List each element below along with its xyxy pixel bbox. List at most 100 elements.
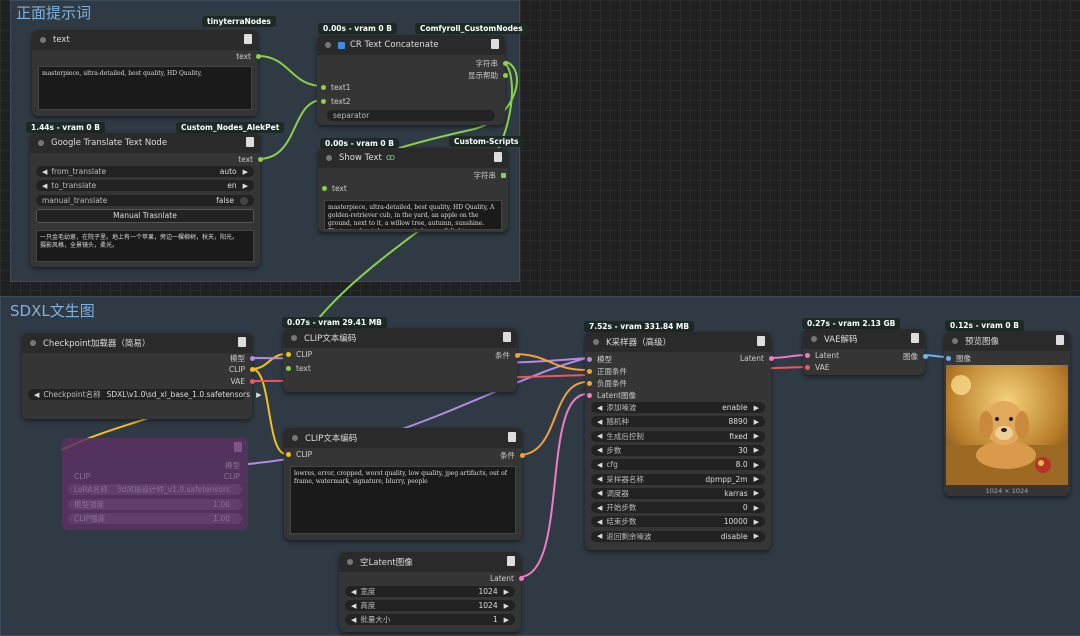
lora-model-strength[interactable]: 模型强度 1.00 bbox=[68, 499, 242, 510]
from-translate-combo[interactable]: ◀ from_translate auto ▶ bbox=[36, 166, 254, 177]
slot-vae-latent[interactable]: Latent bbox=[805, 351, 839, 360]
arrow-right-icon[interactable]: ▶ bbox=[754, 446, 759, 454]
ksampler-widget[interactable]: ◀ 结束步数 10000 ▶ bbox=[591, 516, 765, 528]
output-dot[interactable] bbox=[503, 61, 508, 66]
slot-concat-out1[interactable]: 字符串 bbox=[476, 58, 508, 69]
input-dot[interactable] bbox=[587, 357, 592, 362]
latent-width[interactable]: ◀ 宽度 1024 ▶ bbox=[345, 586, 515, 597]
node-preview-header[interactable]: 预览图像 bbox=[944, 331, 1070, 351]
arrow-left-icon[interactable]: ◀ bbox=[597, 475, 602, 483]
arrow-left-icon[interactable]: ◀ bbox=[597, 432, 602, 440]
node-vae[interactable]: VAE解码 Latent VAE 图像 bbox=[803, 329, 928, 375]
input-dot[interactable] bbox=[286, 352, 291, 357]
slot-show-out[interactable]: 字符串 bbox=[474, 170, 506, 181]
slot-ks-positive[interactable]: 正面条件 bbox=[587, 366, 627, 377]
output-dot[interactable] bbox=[250, 356, 255, 361]
collapse-dot[interactable] bbox=[326, 155, 332, 161]
latent-batch[interactable]: ◀ 批量大小 1 ▶ bbox=[345, 614, 515, 625]
input-dot[interactable] bbox=[321, 99, 326, 104]
slot-ks-negative[interactable]: 负面条件 bbox=[587, 378, 627, 389]
output-dot[interactable] bbox=[258, 157, 263, 162]
text-textarea[interactable]: masterpiece, ultra-detailed, best qualit… bbox=[38, 66, 252, 110]
slot-vae-vae[interactable]: VAE bbox=[805, 363, 830, 372]
slot-latent-out[interactable]: Latent bbox=[490, 574, 524, 583]
translate-textarea[interactable]: 一只金毛幼崽，在院子里。地上有一个苹果，旁边一棵柳树，秋天，阳光。 摄影风格，全… bbox=[36, 230, 254, 262]
slot-clip2-out[interactable]: 条件 bbox=[500, 450, 525, 461]
slot-ckpt-model[interactable]: 模型 bbox=[230, 353, 255, 364]
preview-image[interactable] bbox=[946, 365, 1068, 485]
node-clip1-header[interactable]: CLIP文本编码 bbox=[283, 328, 517, 348]
slot-preview-in[interactable]: 图像 bbox=[946, 353, 971, 364]
collapse-dot[interactable] bbox=[38, 140, 44, 146]
node-preview[interactable]: 预览图像 图像 1024 × 1024 bbox=[944, 331, 1070, 496]
collapse-dot[interactable] bbox=[40, 37, 46, 43]
collapse-dot[interactable] bbox=[325, 42, 331, 48]
arrow-left-icon[interactable]: ◀ bbox=[34, 391, 39, 399]
checkpoint-name-combo[interactable]: ◀ Checkpoint名称 SDXL\v1.0\sd_xl_base_1.0.sa… bbox=[28, 389, 261, 400]
node-clip2-header[interactable]: CLIP文本编码 bbox=[284, 428, 522, 448]
arrow-left-icon[interactable]: ◀ bbox=[597, 446, 602, 454]
slot-lora-model[interactable]: 模型 bbox=[225, 460, 240, 471]
ksampler-widget[interactable]: ◀ 生成后控制 fixed ▶ bbox=[591, 430, 765, 442]
node-text-header[interactable]: text bbox=[32, 30, 258, 50]
arrow-right-icon[interactable]: ▶ bbox=[754, 461, 759, 469]
collapse-dot[interactable] bbox=[593, 339, 599, 345]
arrow-left-icon[interactable]: ◀ bbox=[351, 602, 356, 610]
slot-ckpt-vae[interactable]: VAE bbox=[230, 377, 255, 386]
slot-vae-out[interactable]: 图像 bbox=[903, 351, 928, 362]
node-show[interactable]: Show Text ꝏ 字符串 text masterpiece, ultra-d… bbox=[318, 148, 508, 232]
ksampler-widget[interactable]: ◀ 采样器名称 dpmpp_2m ▶ bbox=[591, 473, 765, 485]
lora-name-combo[interactable]: LoRA名称 3d风格设计师_v1.0.safetensors bbox=[68, 484, 242, 495]
node-ksampler[interactable]: K采样器（高级） 模型 正面条件 负面条件 Latent图像 Latent ◀ 添… bbox=[585, 332, 774, 550]
node-checkpoint[interactable]: Checkpoint加载器（简易） 模型 CLIP VAE ◀ Checkpoin… bbox=[22, 333, 261, 419]
collapse-dot[interactable] bbox=[291, 335, 297, 341]
slot-concat-in1[interactable]: text1 bbox=[321, 83, 351, 92]
ksampler-widget[interactable]: ◀ 随机种 8890 ▶ bbox=[591, 416, 765, 428]
arrow-right-icon[interactable]: ▶ bbox=[754, 504, 759, 512]
latent-height[interactable]: ◀ 高度 1024 ▶ bbox=[345, 600, 515, 611]
output-dot[interactable] bbox=[519, 576, 524, 581]
ksampler-widget[interactable]: ◀ cfg 8.0 ▶ bbox=[591, 459, 765, 471]
arrow-left-icon[interactable]: ◀ bbox=[42, 168, 47, 176]
node-translate-header[interactable]: Google Translate Text Node bbox=[30, 133, 260, 153]
output-dot[interactable] bbox=[515, 353, 520, 358]
slot-clip1-out[interactable]: 条件 bbox=[495, 350, 520, 361]
arrow-left-icon[interactable]: ◀ bbox=[597, 532, 602, 540]
collapse-dot[interactable] bbox=[811, 336, 817, 342]
collapse-dot[interactable] bbox=[952, 338, 958, 344]
output-dot[interactable] bbox=[250, 367, 255, 372]
ksampler-widget[interactable]: ◀ 返回剩余噪波 disable ▶ bbox=[591, 530, 765, 542]
slot-clip1-text[interactable]: text bbox=[286, 364, 311, 373]
arrow-left-icon[interactable]: ◀ bbox=[351, 616, 356, 624]
collapse-dot[interactable] bbox=[292, 435, 298, 441]
output-dot[interactable] bbox=[520, 453, 525, 458]
node-lora-bypassed[interactable]: 模型 CLIP CLIP LoRA名称 3d风格设计师_v1.0.safetens… bbox=[62, 438, 248, 530]
ksampler-widget[interactable]: ◀ 添加噪波 enable ▶ bbox=[591, 402, 765, 413]
output-dot[interactable] bbox=[250, 379, 255, 384]
arrow-left-icon[interactable]: ◀ bbox=[42, 182, 47, 190]
toggle-icon[interactable] bbox=[240, 196, 248, 205]
arrow-right-icon[interactable]: ▶ bbox=[754, 432, 759, 440]
arrow-right-icon[interactable]: ▶ bbox=[754, 404, 759, 412]
lora-clip-strength[interactable]: CLIP强度 1.00 bbox=[68, 513, 242, 524]
node-translate[interactable]: Google Translate Text Node text ◀ from_tr… bbox=[30, 133, 263, 267]
arrow-left-icon[interactable]: ◀ bbox=[597, 461, 602, 469]
node-ksampler-header[interactable]: K采样器（高级） bbox=[585, 332, 771, 352]
node-text[interactable]: text text masterpiece, ultra-detailed, b… bbox=[32, 30, 261, 116]
arrow-left-icon[interactable]: ◀ bbox=[597, 518, 602, 526]
output-dot[interactable] bbox=[769, 356, 774, 361]
arrow-right-icon[interactable]: ▶ bbox=[256, 391, 261, 399]
arrow-right-icon[interactable]: ▶ bbox=[754, 518, 759, 526]
output-dot[interactable] bbox=[923, 354, 928, 359]
arrow-right-icon[interactable]: ▶ bbox=[504, 602, 509, 610]
slot-ks-latent[interactable]: Latent图像 bbox=[587, 390, 636, 401]
input-dot[interactable] bbox=[286, 366, 291, 371]
arrow-right-icon[interactable]: ▶ bbox=[754, 489, 759, 497]
input-dot[interactable] bbox=[946, 356, 951, 361]
slot-ks-out[interactable]: Latent bbox=[740, 354, 774, 363]
slot-clip2-clip[interactable]: CLIP bbox=[286, 450, 312, 459]
input-dot[interactable] bbox=[805, 353, 810, 358]
node-vae-header[interactable]: VAE解码 bbox=[803, 329, 925, 349]
arrow-left-icon[interactable]: ◀ bbox=[597, 418, 602, 426]
output-dot[interactable] bbox=[256, 54, 261, 59]
